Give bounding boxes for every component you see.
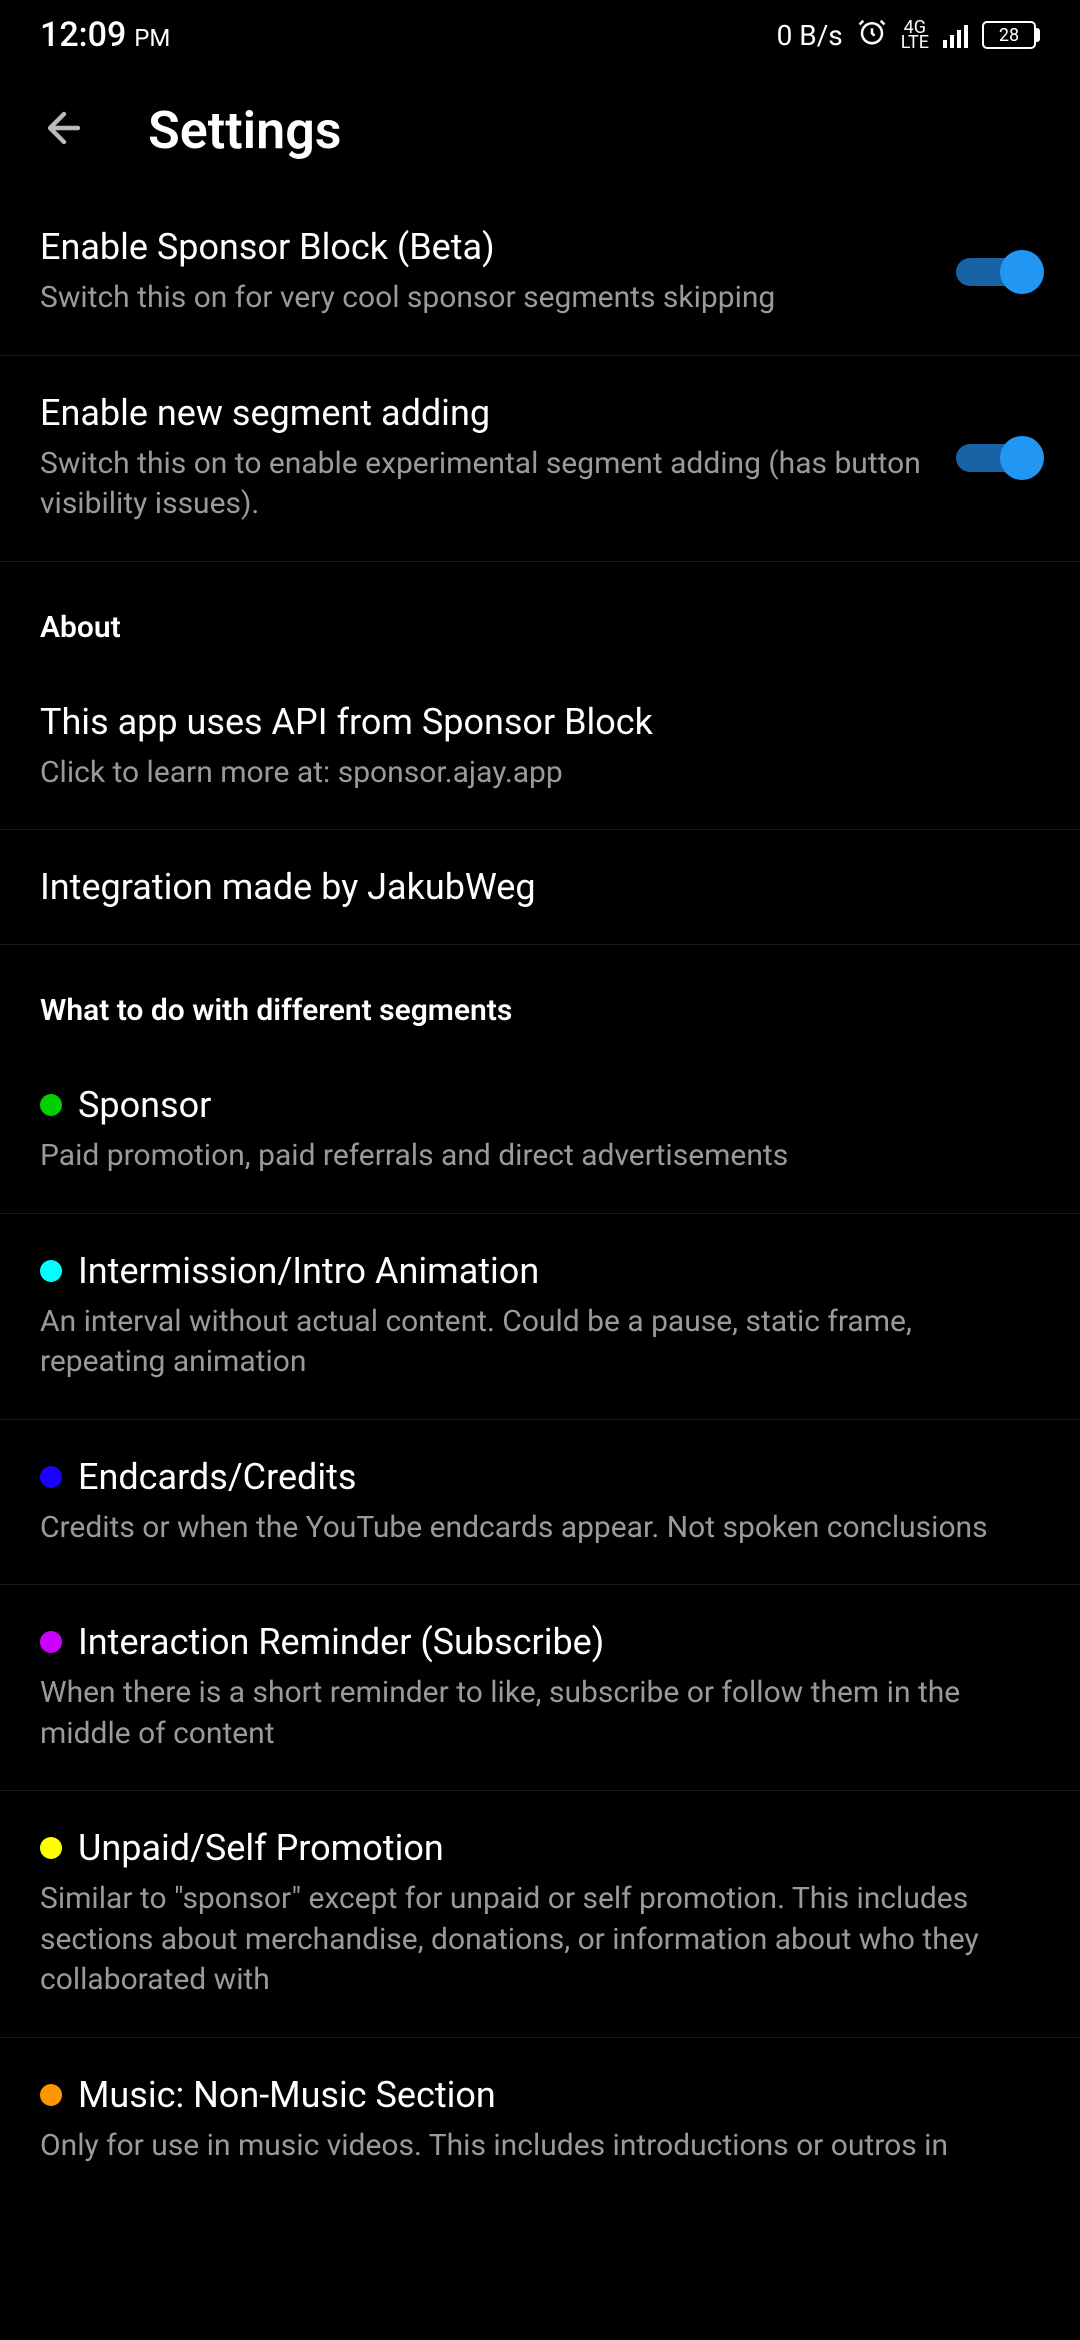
back-button[interactable] — [40, 104, 88, 156]
segment-title: Sponsor — [78, 1084, 211, 1126]
segment-subtitle: Paid promotion, paid referrals and direc… — [40, 1136, 1040, 1177]
page-title: Settings — [148, 100, 342, 161]
segment-color-dot — [40, 1094, 62, 1116]
status-time-block: 12:09 PM — [40, 15, 170, 55]
app-bar: Settings — [0, 70, 1080, 190]
status-time: 12:09 — [40, 15, 126, 55]
segment-title: Unpaid/Self Promotion — [78, 1827, 444, 1869]
network-type-icon: 4G LTE — [901, 20, 929, 51]
setting-title: Enable Sponsor Block (Beta) — [40, 226, 926, 268]
segment-color-dot — [40, 1837, 62, 1859]
alarm-icon — [857, 17, 887, 54]
segment-title: Interaction Reminder (Subscribe) — [78, 1621, 604, 1663]
section-header-segments: What to do with different segments — [0, 945, 1080, 1048]
setting-subtitle: Switch this on for very cool sponsor seg… — [40, 278, 926, 319]
segment-selfpromo[interactable]: Unpaid/Self Promotion Similar to "sponso… — [0, 1791, 1080, 2038]
segment-color-dot — [40, 2084, 62, 2106]
toggle-switch[interactable] — [956, 252, 1040, 292]
segment-color-dot — [40, 1260, 62, 1282]
segment-subtitle: When there is a short reminder to like, … — [40, 1673, 1040, 1754]
battery-icon: 28 — [982, 21, 1040, 49]
status-net-speed: 0 B/s — [777, 19, 843, 52]
status-bar: 12:09 PM 0 B/s 4G LTE 28 — [0, 0, 1080, 70]
status-ampm: PM — [134, 24, 170, 52]
about-title: Integration made by JakubWeg — [40, 866, 1040, 908]
segment-subtitle: Credits or when the YouTube endcards app… — [40, 1508, 1040, 1549]
segment-title: Music: Non-Music Section — [78, 2074, 496, 2116]
section-header-about: About — [0, 562, 1080, 665]
segment-color-dot — [40, 1466, 62, 1488]
segment-title: Intermission/Intro Animation — [78, 1250, 539, 1292]
segment-sponsor[interactable]: Sponsor Paid promotion, paid referrals a… — [0, 1048, 1080, 1214]
settings-list[interactable]: Enable Sponsor Block (Beta) Switch this … — [0, 190, 1080, 2166]
segment-subtitle: An interval without actual content. Coul… — [40, 1302, 1040, 1383]
segment-title: Endcards/Credits — [78, 1456, 356, 1498]
setting-title: Enable new segment adding — [40, 392, 926, 434]
about-api-row[interactable]: This app uses API from Sponsor Block Cli… — [0, 665, 1080, 831]
about-integration-row[interactable]: Integration made by JakubWeg — [0, 830, 1080, 945]
setting-enable-sponsor-block[interactable]: Enable Sponsor Block (Beta) Switch this … — [0, 190, 1080, 356]
segment-music-nonmusic[interactable]: Music: Non-Music Section Only for use in… — [0, 2038, 1080, 2167]
setting-subtitle: Switch this on to enable experimental se… — [40, 444, 926, 525]
segment-subtitle: Similar to "sponsor" except for unpaid o… — [40, 1879, 1040, 2001]
signal-icon — [943, 22, 968, 48]
segment-intro[interactable]: Intermission/Intro Animation An interval… — [0, 1214, 1080, 1420]
setting-enable-segment-adding[interactable]: Enable new segment adding Switch this on… — [0, 356, 1080, 562]
segment-subtitle: Only for use in music videos. This inclu… — [40, 2126, 1040, 2167]
network-lte-label: LTE — [901, 35, 929, 50]
status-right: 0 B/s 4G LTE 28 — [777, 17, 1040, 54]
segment-interaction[interactable]: Interaction Reminder (Subscribe) When th… — [0, 1585, 1080, 1791]
toggle-switch[interactable] — [956, 438, 1040, 478]
about-subtitle: Click to learn more at: sponsor.ajay.app — [40, 753, 1040, 794]
segment-color-dot — [40, 1631, 62, 1653]
about-title: This app uses API from Sponsor Block — [40, 701, 1040, 743]
segment-endcards[interactable]: Endcards/Credits Credits or when the You… — [0, 1420, 1080, 1586]
battery-level: 28 — [999, 25, 1019, 46]
